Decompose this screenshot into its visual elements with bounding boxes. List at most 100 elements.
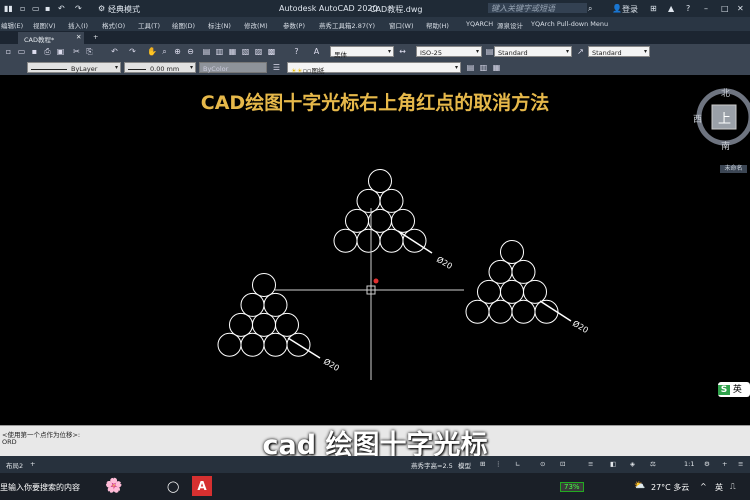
model-space-button[interactable]: 模型 — [458, 460, 471, 470]
cart-icon[interactable]: ⊞ — [650, 4, 657, 13]
menu-draw[interactable]: 绘图(D) — [172, 20, 195, 30]
lineweight-toggle-icon[interactable]: ≡ — [588, 460, 593, 468]
text-height-indicator[interactable]: 燕秀字高=2.5 — [411, 460, 453, 470]
design-center-icon[interactable]: ▥ — [215, 47, 224, 56]
dimstyle-select[interactable]: ISO-25 ▾ — [416, 46, 482, 57]
add-tab-button[interactable]: + — [90, 32, 104, 44]
snap-icon[interactable]: ⋮ — [495, 460, 502, 468]
layout-tab[interactable]: 布局2 — [6, 460, 23, 470]
menu-insert[interactable]: 插入(I) — [68, 20, 88, 30]
add-icon[interactable]: + — [722, 460, 727, 468]
font-select[interactable]: 黑体 ▾ — [330, 46, 394, 59]
redo-icon[interactable]: ↷ — [128, 47, 137, 56]
mleaderstyle-select[interactable]: Standard ▾ — [588, 46, 650, 57]
app-menu-icon[interactable]: ▮▮ — [4, 4, 13, 13]
maximize-button[interactable]: □ — [721, 4, 729, 13]
workspace-select[interactable]: 经典模式 — [108, 4, 140, 15]
layer-select[interactable]: ☀☀▫▫图纸 ▾ — [287, 62, 461, 75]
open-icon[interactable]: ▭ — [17, 47, 26, 56]
search-input[interactable]: 键入关键字或短语 — [488, 3, 587, 13]
pan-icon[interactable]: ✋ — [147, 47, 157, 56]
menu-yanxiu[interactable]: 燕秀工具箱2.87(Y) — [319, 20, 375, 30]
sheet-set-icon[interactable]: ▧ — [241, 47, 250, 56]
viewcube[interactable]: 北 南 西 上 — [690, 85, 750, 167]
lineweight-select[interactable]: 0.00 mm ▾ — [124, 62, 196, 73]
calculator-icon[interactable]: ▩ — [267, 47, 276, 56]
dim-style-icon[interactable]: ↔ — [398, 47, 407, 56]
save-icon[interactable]: ▪ — [45, 4, 50, 13]
copy-icon[interactable]: ⎘ — [85, 47, 94, 56]
menu-window[interactable]: 窗口(W) — [389, 20, 414, 30]
preview-icon[interactable]: ▣ — [56, 47, 65, 56]
tablestyle-select[interactable]: Standard ▾ — [494, 46, 572, 57]
menu-params[interactable]: 参数(P) — [283, 20, 305, 30]
markup-icon[interactable]: ▨ — [254, 47, 263, 56]
transparency-icon[interactable]: ◧ — [610, 460, 616, 468]
add-layout-button[interactable]: + — [30, 460, 35, 468]
polar-icon[interactable]: ⊙ — [540, 460, 545, 468]
menu-view[interactable]: 视图(V) — [33, 20, 56, 30]
ime-indicator[interactable]: 英 — [715, 482, 723, 493]
cut-icon[interactable]: ✂ — [72, 47, 81, 56]
menu-modify[interactable]: 修改(M) — [244, 20, 268, 30]
table-style-icon[interactable]: ▤ — [485, 47, 494, 56]
weather-icon[interactable]: ⛅ — [634, 481, 645, 491]
menu-yqarch[interactable]: YQARCH — [466, 20, 493, 28]
login-button[interactable]: 登录 — [622, 4, 638, 15]
layer-state-icon[interactable]: ▦ — [492, 63, 501, 72]
autocad-taskbar-icon[interactable]: A — [192, 476, 212, 496]
battery-badge[interactable]: 73% — [560, 482, 584, 492]
compass-west[interactable]: 西 — [693, 112, 702, 125]
layer-previous-icon[interactable]: ▤ — [466, 63, 475, 72]
grid-icon[interactable]: ⊞ — [480, 460, 485, 468]
weather-text[interactable]: 27°C 多云 — [651, 482, 689, 493]
properties-icon[interactable]: ▤ — [202, 47, 211, 56]
tab-close-icon[interactable]: ✕ — [74, 32, 84, 44]
menu-dimension[interactable]: 标注(N) — [208, 20, 231, 30]
text-style-icon[interactable]: A — [312, 47, 321, 56]
tool-palettes-icon[interactable]: ▦ — [228, 47, 237, 56]
ucs-menu[interactable]: 未命名 — [720, 165, 747, 173]
help-icon[interactable]: ? — [686, 4, 690, 13]
gear-icon[interactable]: ⚙ — [98, 4, 105, 13]
search-icon[interactable]: ⌕ — [588, 4, 592, 14]
task-view-icon[interactable]: ◯ — [167, 480, 179, 493]
annotation-scale[interactable]: 1:1 — [684, 460, 694, 468]
zoom-previous-icon[interactable]: ⊖ — [186, 47, 195, 56]
menu-help[interactable]: 帮助(H) — [426, 20, 449, 30]
make-current-icon[interactable]: ▥ — [479, 63, 488, 72]
print-icon[interactable]: ⎙ — [43, 47, 52, 56]
undo-icon[interactable]: ↶ — [110, 47, 119, 56]
menu-edit[interactable]: 编辑(E) — [1, 20, 23, 30]
selection-cycling-icon[interactable]: ◈ — [630, 460, 635, 468]
close-button[interactable]: ✕ — [737, 4, 744, 13]
gear-icon[interactable]: ⚙ — [704, 460, 710, 468]
help-icon[interactable]: ? — [292, 47, 301, 56]
compass-north[interactable]: 北 — [721, 86, 730, 99]
mleader-style-icon[interactable]: ↗ — [576, 47, 585, 56]
tray-chevron-icon[interactable]: ^ — [700, 482, 707, 491]
linetype-select[interactable]: ByLayer ▾ — [27, 62, 121, 73]
ime-badge[interactable]: S 英 — [718, 382, 750, 397]
save-icon[interactable]: ▪ — [30, 47, 39, 56]
open-file-icon[interactable]: ▭ — [32, 4, 40, 13]
redo-icon[interactable]: ↷ — [75, 4, 82, 13]
zoom-window-icon[interactable]: ⊕ — [173, 47, 182, 56]
ortho-icon[interactable]: ∟ — [515, 460, 520, 468]
compass-south[interactable]: 南 — [721, 139, 730, 152]
network-icon[interactable]: ⎍ — [730, 482, 736, 492]
exchange-icon[interactable]: ▲ — [668, 4, 674, 13]
annotation-scale-icon[interactable]: ⚖ — [650, 460, 656, 468]
menu-tools[interactable]: 工具(T) — [138, 20, 160, 30]
menu-yuanquan[interactable]: 源泉设计 — [497, 20, 523, 30]
new-file-icon[interactable]: ▫ — [20, 4, 25, 13]
zoom-icon[interactable]: ⌕ — [160, 47, 169, 56]
layer-manager-icon[interactable]: ☰ — [272, 63, 281, 72]
user-icon[interactable]: 👤 — [612, 4, 622, 13]
viewcube-top-face[interactable]: 上 — [718, 108, 731, 127]
customize-icon[interactable]: ≡ — [738, 460, 743, 468]
menu-yqarch-pulldown[interactable]: YQArch Pull-down Menu — [531, 20, 608, 28]
drawing-canvas[interactable]: Ø20 Ø20 Ø20 — [0, 75, 750, 425]
minimize-button[interactable]: – — [704, 4, 708, 13]
new-icon[interactable]: ▫ — [4, 47, 13, 56]
